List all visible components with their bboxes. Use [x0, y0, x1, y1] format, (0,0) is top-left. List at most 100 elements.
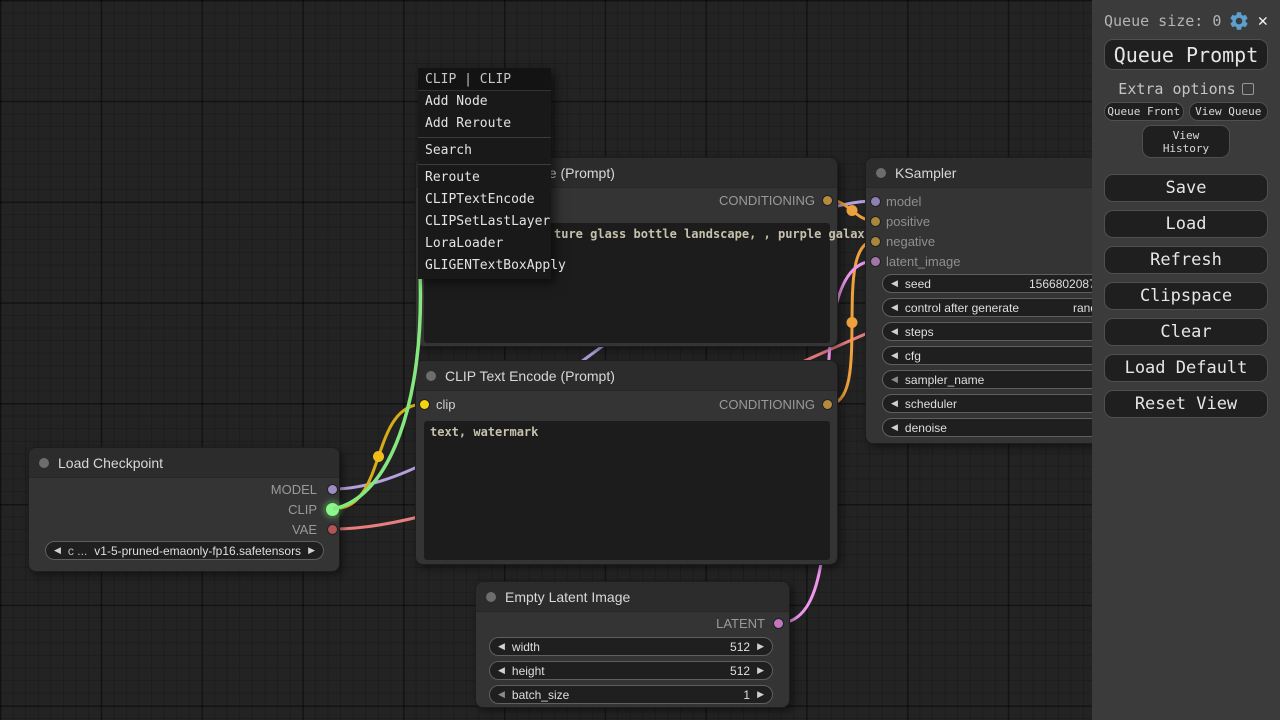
widget-value: v1-5-pruned-emaonly-fp16.safetensors [87, 544, 308, 558]
input-label-clip: clip [436, 398, 456, 412]
widget-label: denoise [905, 421, 947, 435]
widget-left-arrow-icon[interactable]: ◀ [891, 370, 898, 389]
widget-left-arrow-icon[interactable]: ◀ [498, 637, 505, 656]
menu-item-reroute[interactable]: Reroute [418, 167, 551, 189]
output-label-vae: VAE [292, 523, 317, 537]
menu-item-add-node[interactable]: Add Node [418, 91, 551, 113]
widget-left-arrow-icon[interactable]: ◀ [891, 274, 898, 293]
menu-item-cliptextencode[interactable]: CLIPTextEncode [418, 189, 551, 211]
widget-label: height [512, 664, 545, 678]
queue-prompt-button[interactable]: Queue Prompt [1104, 39, 1268, 70]
node-titlebar[interactable]: CLIP Text Encode (Prompt) [416, 361, 837, 391]
ckpt-name-combo-widget[interactable]: ◀ c ... v1-5-pruned-emaonly-fp16.safeten… [45, 541, 324, 560]
view-queue-button[interactable]: View Queue [1189, 102, 1269, 121]
menu-separator [418, 164, 551, 165]
menu-item-loraloader[interactable]: LoraLoader [418, 233, 551, 255]
output-label-clip: CLIP [288, 503, 317, 517]
widget-label: width [512, 640, 540, 654]
queue-front-button[interactable]: Queue Front [1104, 102, 1184, 121]
widget-label: seed [905, 277, 931, 291]
widget-label: batch_size [512, 688, 569, 702]
node-titlebar[interactable]: Load Checkpoint [29, 448, 339, 478]
comfy-menu-panel: Queue size: 0 ✕ Queue Prompt Extra optio… [1092, 0, 1280, 720]
widget-right-arrow-icon[interactable]: ▶ [757, 661, 764, 680]
output-port-latent[interactable] [774, 619, 783, 628]
widget-label: scheduler [905, 397, 957, 411]
output-port-clip-highlighted[interactable] [326, 503, 339, 516]
view-history-button[interactable]: View History [1142, 125, 1230, 158]
node-empty-latent-image[interactable]: Empty Latent Image LATENT ◀ width 512 ▶ … [475, 581, 790, 708]
save-button[interactable]: Save [1104, 174, 1268, 202]
widget-left-arrow-icon[interactable]: ◀ [891, 418, 898, 437]
input-port-latent-image[interactable] [871, 257, 880, 266]
node-status-dot [426, 371, 436, 381]
node-status-dot [39, 458, 49, 468]
output-port-model[interactable] [328, 485, 337, 494]
load-button[interactable]: Load [1104, 210, 1268, 238]
menu-separator [418, 137, 551, 138]
menu-item-gligentextboxapply[interactable]: GLIGENTextBoxApply [418, 255, 551, 277]
widget-left-arrow-icon[interactable]: ◀ [498, 661, 505, 680]
queue-size-label: Queue size: 0 [1104, 12, 1221, 30]
node-status-dot [486, 592, 496, 602]
reset-view-button[interactable]: Reset View [1104, 390, 1268, 418]
node-clip-text-encode-bottom[interactable]: CLIP Text Encode (Prompt) clip CONDITION… [415, 360, 838, 565]
context-menu[interactable]: CLIP | CLIP Add Node Add Reroute Search … [418, 68, 551, 279]
widget-right-arrow-icon[interactable]: ▶ [757, 637, 764, 656]
clear-button[interactable]: Clear [1104, 318, 1268, 346]
output-port-conditioning[interactable] [823, 400, 832, 409]
extra-options-checkbox[interactable] [1242, 83, 1254, 95]
input-port-negative[interactable] [871, 237, 880, 246]
combo-right-arrow-icon[interactable]: ▶ [308, 541, 315, 560]
close-icon[interactable]: ✕ [1258, 11, 1268, 31]
input-port-model[interactable] [871, 197, 880, 206]
prompt-text: ture glass bottle landscape, , purple ga… [554, 227, 872, 241]
extra-options-label: Extra options [1118, 80, 1235, 98]
combo-left-arrow-icon[interactable]: ◀ [54, 541, 61, 560]
input-port-clip[interactable] [420, 400, 429, 409]
widget-label: control after generate [905, 301, 1019, 315]
widget-label: c ... [68, 544, 87, 558]
clipspace-button[interactable]: Clipspace [1104, 282, 1268, 310]
output-label-conditioning: CONDITIONING [719, 194, 815, 208]
refresh-button[interactable]: Refresh [1104, 246, 1268, 274]
output-port-vae[interactable] [328, 525, 337, 534]
widget-label: cfg [905, 349, 921, 363]
node-title: Empty Latent Image [505, 589, 630, 605]
output-label-conditioning: CONDITIONING [719, 398, 815, 412]
widget-value: 512 [730, 640, 750, 654]
node-load-checkpoint[interactable]: Load Checkpoint MODEL CLIP VAE ◀ c ... v… [28, 447, 340, 572]
menu-item-add-reroute[interactable]: Add Reroute [418, 113, 551, 135]
input-label-model: model [886, 195, 921, 209]
widget-left-arrow-icon[interactable]: ◀ [891, 298, 898, 317]
batch-size-widget[interactable]: ◀ batch_size 1 ▶ [489, 685, 773, 704]
input-label-positive: positive [886, 215, 930, 229]
menu-item-search[interactable]: Search [418, 140, 551, 162]
output-label-model: MODEL [271, 483, 317, 497]
input-label-negative: negative [886, 235, 935, 249]
view-history-label: View History [1160, 129, 1212, 155]
node-status-dot [876, 168, 886, 178]
widget-right-arrow-icon[interactable]: ▶ [757, 685, 764, 704]
node-title: Load Checkpoint [58, 455, 163, 471]
output-port-conditioning[interactable] [823, 196, 832, 205]
prompt-textarea[interactable]: text, watermark [424, 421, 830, 560]
width-widget[interactable]: ◀ width 512 ▶ [489, 637, 773, 656]
input-label-latent-image: latent_image [886, 255, 960, 269]
output-label-latent: LATENT [716, 617, 765, 631]
widget-left-arrow-icon[interactable]: ◀ [891, 346, 898, 365]
input-port-positive[interactable] [871, 217, 880, 226]
node-titlebar[interactable]: Empty Latent Image [476, 582, 789, 612]
settings-gear-icon[interactable] [1228, 10, 1250, 32]
widget-left-arrow-icon[interactable]: ◀ [498, 685, 505, 704]
widget-left-arrow-icon[interactable]: ◀ [891, 322, 898, 341]
menu-item-clipsetlastlayer[interactable]: CLIPSetLastLayer [418, 211, 551, 233]
widget-label: sampler_name [905, 373, 984, 387]
load-default-button[interactable]: Load Default [1104, 354, 1268, 382]
widget-value: 512 [730, 664, 750, 678]
widget-label: steps [905, 325, 934, 339]
height-widget[interactable]: ◀ height 512 ▶ [489, 661, 773, 680]
widget-value: 1 [743, 688, 750, 702]
widget-left-arrow-icon[interactable]: ◀ [891, 394, 898, 413]
node-title: KSampler [895, 165, 956, 181]
